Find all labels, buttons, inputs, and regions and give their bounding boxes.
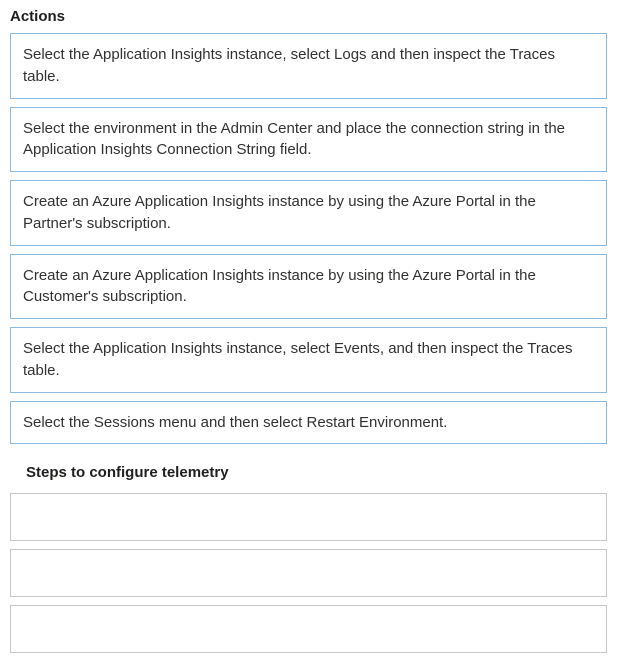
drop-slot[interactable] (10, 605, 607, 653)
actions-list: Select the Application Insights instance… (8, 33, 609, 444)
steps-drop-area (8, 493, 609, 653)
action-item[interactable]: Select the Application Insights instance… (10, 327, 607, 393)
action-item[interactable]: Select the environment in the Admin Cent… (10, 107, 607, 173)
steps-heading: Steps to configure telemetry (26, 464, 609, 481)
drop-slot[interactable] (10, 493, 607, 541)
action-item[interactable]: Select the Sessions menu and then select… (10, 401, 607, 445)
drop-slot[interactable] (10, 549, 607, 597)
action-item[interactable]: Select the Application Insights instance… (10, 33, 607, 99)
actions-heading: Actions (10, 8, 609, 25)
action-item[interactable]: Create an Azure Application Insights ins… (10, 254, 607, 320)
action-item[interactable]: Create an Azure Application Insights ins… (10, 180, 607, 246)
